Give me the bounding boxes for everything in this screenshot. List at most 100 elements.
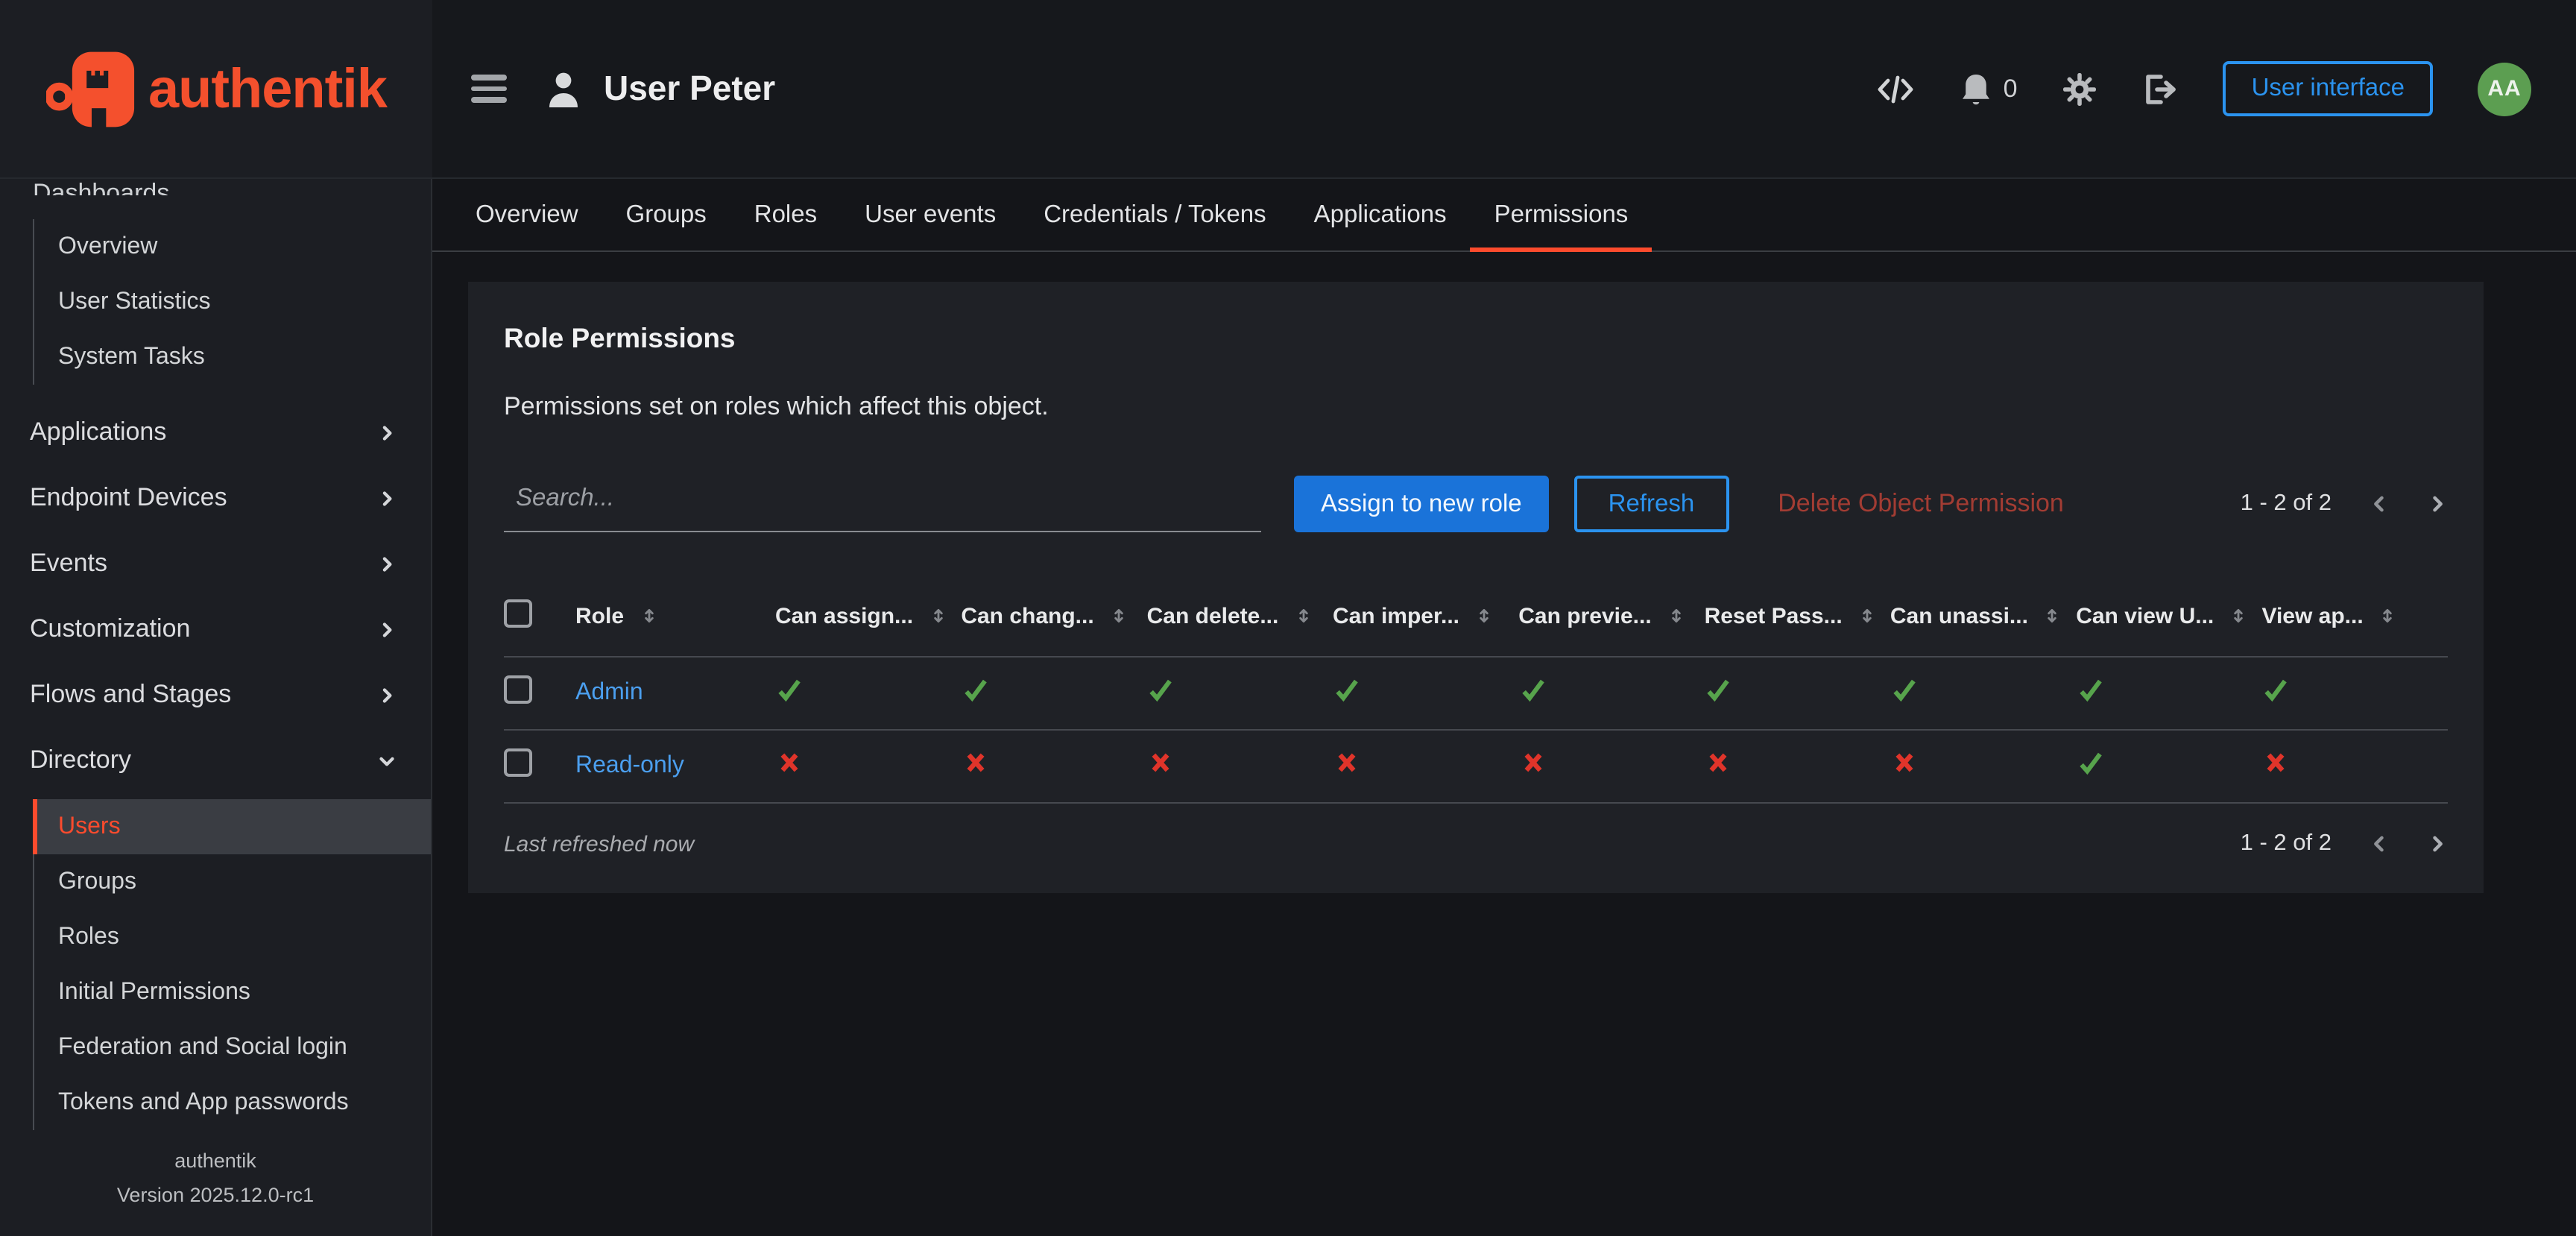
- page-title: User Peter: [604, 69, 775, 109]
- role-link-admin[interactable]: Admin: [575, 680, 643, 705]
- sidebar-item-initial-permissions[interactable]: Initial Permissions: [33, 965, 431, 1021]
- sidebar-item-label: Events: [30, 549, 107, 579]
- sidebar-item-user-statistics[interactable]: User Statistics: [33, 275, 431, 330]
- avatar[interactable]: AA: [2478, 62, 2531, 116]
- sort-icon[interactable]: [1109, 605, 1128, 626]
- column-header-can-assign[interactable]: Can assign...: [775, 577, 961, 657]
- table-row-admin: Admin: [504, 657, 2448, 730]
- sidebar-item-events[interactable]: Events: [0, 532, 431, 597]
- sort-icon[interactable]: [639, 605, 658, 626]
- menu-icon[interactable]: [471, 75, 507, 102]
- tab-credentials-tokens[interactable]: Credentials / Tokens: [1020, 179, 1289, 250]
- tab-overview[interactable]: Overview: [452, 179, 602, 250]
- sidebar-item-tokens-and-app-passwords[interactable]: Tokens and App passwords: [33, 1076, 431, 1131]
- sidebar-item-federation-and-social-login[interactable]: Federation and Social login: [33, 1021, 431, 1076]
- sidebar-item-customization[interactable]: Customization: [0, 597, 431, 663]
- row-checkbox-admin[interactable]: [504, 675, 532, 704]
- sidebar-item-roles[interactable]: Roles: [33, 910, 431, 965]
- column-header-can-unassi[interactable]: Can unassi...: [1890, 577, 2076, 657]
- sidebar-subgroup: UsersGroupsRolesInitial PermissionsFeder…: [0, 800, 431, 1131]
- tab-user-events[interactable]: User events: [841, 179, 1020, 250]
- header-main: User Peter 0: [432, 0, 2576, 177]
- sort-icon[interactable]: [1474, 605, 1494, 626]
- row-checkbox-read-only[interactable]: [504, 748, 532, 777]
- sidebar-footer: authentik Version 2025.12.0-rc1: [0, 1146, 431, 1236]
- assign-to-new-role-button[interactable]: Assign to new role: [1294, 476, 1549, 532]
- page-prev-icon[interactable]: [2369, 833, 2390, 854]
- role-permissions-table: RoleCan assign...Can chang...Can delete.…: [504, 577, 2448, 804]
- sidebar-item-dashboards[interactable]: Dashboards: [33, 182, 169, 196]
- sidebar-item-endpoint-devices[interactable]: Endpoint Devices: [0, 466, 431, 532]
- column-header-can-previe[interactable]: Can previe...: [1518, 577, 1704, 657]
- sidebar-item-directory[interactable]: Directory: [0, 728, 431, 794]
- sort-icon[interactable]: [928, 605, 947, 626]
- delete-object-permission-button[interactable]: Delete Object Permission: [1769, 488, 2073, 520]
- cross-icon: [1147, 748, 1175, 777]
- sort-icon[interactable]: [1667, 605, 1686, 626]
- column-header-can-view-u[interactable]: Can view U...: [2076, 577, 2261, 657]
- sidebar: Dashboards OverviewUser StatisticsSystem…: [0, 179, 432, 1236]
- user-interface-button[interactable]: User interface: [2223, 61, 2433, 116]
- sidebar-item-overview[interactable]: Overview: [33, 220, 431, 275]
- header: authentik User Peter: [0, 0, 2576, 179]
- table-header-row: RoleCan assign...Can chang...Can delete.…: [504, 577, 2448, 657]
- column-header-reset-pass[interactable]: Reset Pass...: [1705, 577, 1890, 657]
- check-icon: [961, 675, 989, 704]
- pagination-range: 1 - 2 of 2: [2241, 830, 2332, 857]
- sort-icon[interactable]: [1857, 605, 1877, 626]
- sidebar-item-flows-and-stages[interactable]: Flows and Stages: [0, 663, 431, 728]
- chevron-right-icon: [376, 422, 398, 444]
- authentik-logo-icon: [45, 48, 135, 129]
- sort-icon[interactable]: [2043, 605, 2062, 626]
- column-header-role[interactable]: Role: [575, 577, 775, 657]
- sidebar-item-system-tasks[interactable]: System Tasks: [33, 330, 431, 385]
- cross-icon: [961, 748, 989, 777]
- sidebar-item-label: Applications: [30, 418, 166, 448]
- main-content: OverviewGroupsRolesUser eventsCredential…: [432, 179, 2576, 1236]
- tab-groups[interactable]: Groups: [602, 179, 730, 250]
- column-header-can-chang[interactable]: Can chang...: [961, 577, 1146, 657]
- page-next-icon[interactable]: [2427, 494, 2448, 514]
- app-root: authentik User Peter: [0, 0, 2576, 1236]
- sidebar-item-groups[interactable]: Groups: [33, 855, 431, 910]
- tab-roles[interactable]: Roles: [730, 179, 841, 250]
- table-body: Admin Read-only: [504, 657, 2448, 803]
- notifications-button[interactable]: 0: [1960, 71, 2018, 107]
- check-icon: [1518, 675, 1547, 704]
- sidebar-version: Version 2025.12.0-rc1: [0, 1179, 431, 1212]
- tab-permissions[interactable]: Permissions: [1471, 179, 1652, 250]
- refresh-button[interactable]: Refresh: [1574, 476, 1729, 532]
- pagination-range: 1 - 2 of 2: [2241, 491, 2332, 517]
- sort-icon[interactable]: [2378, 605, 2398, 626]
- check-icon: [2076, 675, 2104, 704]
- sort-icon[interactable]: [1293, 605, 1313, 626]
- search-input[interactable]: [504, 476, 1261, 532]
- column-header-can-delete[interactable]: Can delete...: [1147, 577, 1333, 657]
- sort-icon[interactable]: [2229, 605, 2248, 626]
- api-browser-button[interactable]: [1875, 72, 1916, 105]
- page-prev-icon[interactable]: [2369, 494, 2390, 514]
- pagination-bottom: 1 - 2 of 2: [2241, 830, 2448, 857]
- sign-out-button[interactable]: [2143, 72, 2179, 105]
- check-icon: [1147, 675, 1175, 704]
- chevron-right-icon: [376, 553, 398, 576]
- select-all-checkbox[interactable]: [504, 599, 532, 628]
- check-icon: [775, 675, 804, 704]
- column-header-can-imper[interactable]: Can imper...: [1333, 577, 1518, 657]
- settings-button[interactable]: [2062, 71, 2098, 107]
- tab-applications[interactable]: Applications: [1290, 179, 1471, 250]
- card-title: Role Permissions: [504, 322, 2448, 355]
- chevron-right-icon: [376, 619, 398, 641]
- sidebar-item-users[interactable]: Users: [33, 800, 431, 855]
- brand-logo[interactable]: authentik: [0, 0, 432, 177]
- page-next-icon[interactable]: [2427, 833, 2448, 854]
- tab-bar: OverviewGroupsRolesUser eventsCredential…: [432, 179, 2576, 252]
- role-link-read-only[interactable]: Read-only: [575, 753, 684, 778]
- sidebar-item-applications[interactable]: Applications: [0, 400, 431, 466]
- user-icon: [546, 69, 581, 108]
- sidebar-item-label: Flows and Stages: [30, 681, 231, 710]
- table-footer: Last refreshed now 1 - 2 of 2: [504, 830, 2448, 857]
- pagination-top: 1 - 2 of 2: [2241, 491, 2448, 517]
- cross-icon: [775, 748, 804, 777]
- column-header-view-ap[interactable]: View ap...: [2262, 577, 2449, 657]
